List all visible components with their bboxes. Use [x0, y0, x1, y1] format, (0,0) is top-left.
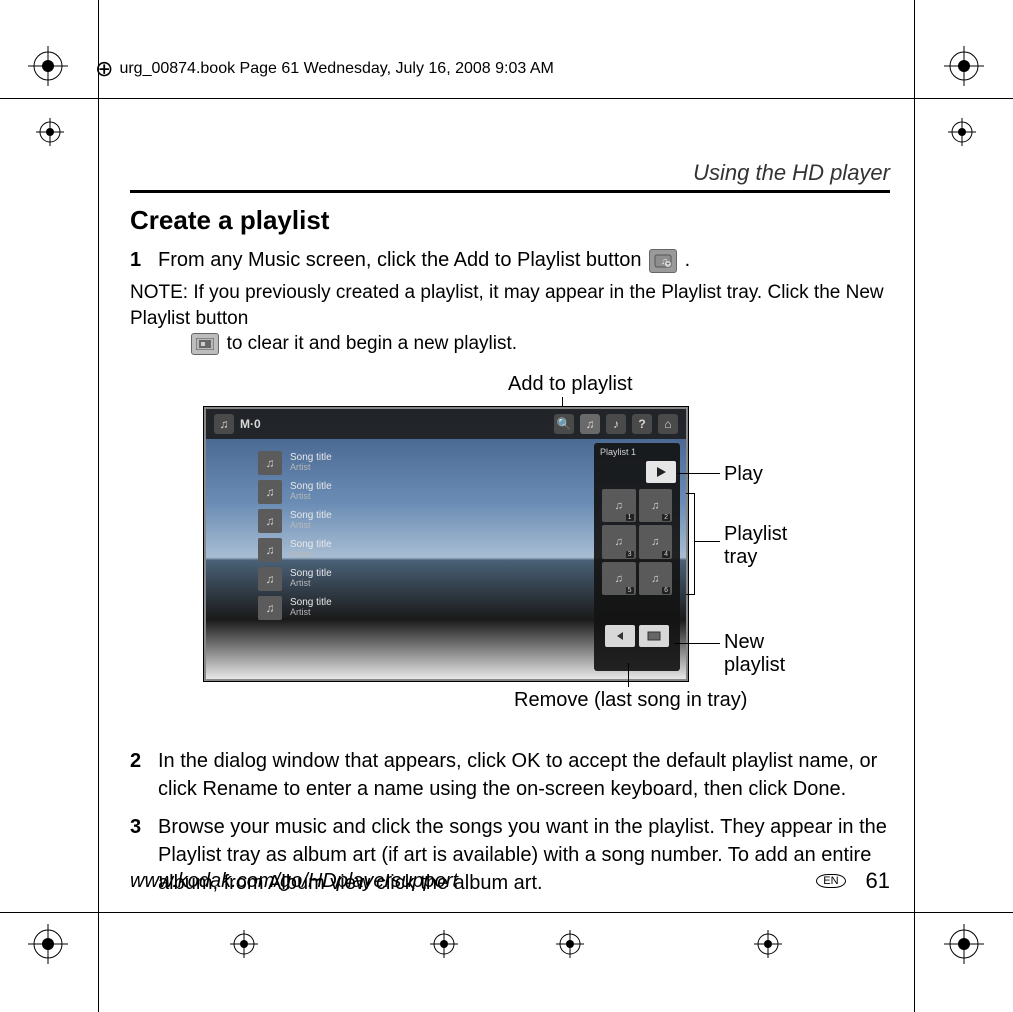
- playlist-title: Playlist 1: [598, 447, 676, 457]
- remove-last-button[interactable]: [605, 625, 635, 647]
- music-icon: ♫: [214, 414, 234, 434]
- album-art-icon: ♫: [258, 567, 282, 591]
- callout-add: Add to playlist: [508, 373, 633, 396]
- home-icon[interactable]: ⌂: [658, 414, 678, 434]
- step-1-number: 1: [130, 246, 144, 274]
- tray-item[interactable]: ♫5: [602, 562, 636, 596]
- help-icon[interactable]: ?: [632, 414, 652, 434]
- note: NOTE: If you previously created a playli…: [130, 280, 890, 357]
- crop-mark-tl: [28, 46, 68, 86]
- list-item[interactable]: ♫ Song titleArtist: [258, 596, 458, 620]
- target-bottom-1: [230, 930, 258, 958]
- list-item[interactable]: ♫ Song titleArtist: [258, 509, 458, 533]
- callout-tray: Playlist tray: [724, 523, 787, 569]
- language-badge: EN: [816, 874, 845, 888]
- album-art-icon: ♫: [258, 596, 282, 620]
- callout-new: New playlist: [724, 631, 785, 677]
- breadcrumb: M·0: [240, 417, 261, 431]
- tray-item[interactable]: ♫3: [602, 525, 636, 559]
- search-icon[interactable]: 🔍: [554, 414, 574, 434]
- frame-bottom: [0, 912, 1013, 913]
- footer-url: www.kodak.com/go/HDplayersupport: [130, 870, 816, 893]
- step-2-text: In the dialog window that appears, click…: [158, 747, 890, 803]
- song-artist: Artist: [290, 463, 332, 473]
- song-artist: Artist: [290, 579, 332, 589]
- tray-item[interactable]: ♫4: [639, 525, 673, 559]
- target-bottom-3: [556, 930, 584, 958]
- new-playlist-button[interactable]: [639, 625, 669, 647]
- list-item[interactable]: ♫ Song titleArtist: [258, 567, 458, 591]
- song-artist: Artist: [290, 492, 332, 502]
- callout-remove-line: [628, 663, 629, 687]
- header-text: urg_00874.book Page 61 Wednesday, July 1…: [119, 60, 553, 78]
- target-left: [36, 118, 64, 146]
- list-item[interactable]: ♫ Song titleArtist: [258, 451, 458, 475]
- step-1-text-a: From any Music screen, click the Add to …: [158, 249, 647, 271]
- add-to-playlist-icon: ♫+: [649, 249, 677, 273]
- album-art-icon: ♫: [258, 538, 282, 562]
- crop-mark-br: [944, 924, 984, 964]
- list-item[interactable]: ♫ Song titleArtist: [258, 480, 458, 504]
- list-item[interactable]: ♫ Song titleArtist: [258, 538, 458, 562]
- song-artist: Artist: [290, 521, 332, 531]
- tray-item[interactable]: ♫1: [602, 489, 636, 523]
- callout-tray-line: [694, 541, 720, 542]
- step-2: 2 In the dialog window that appears, cli…: [130, 747, 890, 803]
- tray-item[interactable]: ♫2: [639, 489, 673, 523]
- new-playlist-icon: [191, 333, 219, 355]
- target-right: [948, 118, 976, 146]
- song-artist: Artist: [290, 608, 332, 618]
- page-title: Create a playlist: [130, 205, 890, 236]
- frame-top: [0, 98, 1013, 99]
- crop-mark-tr: [944, 46, 984, 86]
- callout-new-line: [674, 643, 720, 644]
- song-artist: Artist: [290, 550, 332, 560]
- tray-bracket: [686, 493, 695, 595]
- document-header: ⊕ urg_00874.book Page 61 Wednesday, July…: [95, 58, 554, 80]
- tray-item[interactable]: ♫6: [639, 562, 673, 596]
- step-2-number: 2: [130, 747, 144, 803]
- footer: www.kodak.com/go/HDplayersupport EN 61: [130, 868, 890, 894]
- music-nav-icon[interactable]: ♪: [606, 414, 626, 434]
- album-art-icon: ♫: [258, 451, 282, 475]
- callout-play: Play: [724, 463, 763, 486]
- section-header: Using the HD player: [130, 160, 890, 193]
- page-number: 61: [866, 868, 890, 894]
- playlist-tray: ♫1 ♫2 ♫3 ♫4 ♫5 ♫6: [602, 489, 672, 596]
- add-to-playlist-button[interactable]: ♫: [580, 414, 600, 434]
- note-label: NOTE:: [130, 282, 193, 303]
- hd-player-screenshot: ♫ M·0 🔍 ♫ ♪ ? ⌂ ♫ Song titleArtist ♫ Son…: [204, 407, 688, 681]
- album-art-icon: ♫: [258, 509, 282, 533]
- step-1: 1 From any Music screen, click the Add t…: [130, 246, 890, 274]
- svg-text:+: +: [666, 261, 670, 268]
- song-list: ♫ Song titleArtist ♫ Song titleArtist ♫ …: [258, 451, 458, 625]
- target-bottom-4: [754, 930, 782, 958]
- note-text-a: If you previously created a playlist, it…: [130, 282, 884, 329]
- step-1-body: From any Music screen, click the Add to …: [158, 246, 890, 274]
- playlist-panel: Playlist 1 ♫1 ♫2 ♫3 ♫4 ♫5 ♫6: [594, 443, 680, 671]
- callout-play-line: [678, 473, 720, 474]
- target-bottom-2: [430, 930, 458, 958]
- play-button[interactable]: [646, 461, 676, 483]
- album-art-icon: ♫: [258, 480, 282, 504]
- note-text-b: to clear it and begin a new playlist.: [227, 333, 517, 354]
- crop-mark-bl: [28, 924, 68, 964]
- figure: Add to playlist ♫ M·0 🔍 ♫ ♪ ? ⌂ ♫ Song t…: [130, 373, 890, 733]
- topbar: ♫ M·0 🔍 ♫ ♪ ? ⌂: [206, 409, 686, 439]
- frame-left: [98, 0, 99, 1012]
- step-1-text-b: .: [685, 249, 691, 271]
- callout-remove: Remove (last song in tray): [514, 689, 747, 712]
- header-mark-icon: ⊕: [95, 58, 113, 80]
- frame-right: [914, 0, 915, 1012]
